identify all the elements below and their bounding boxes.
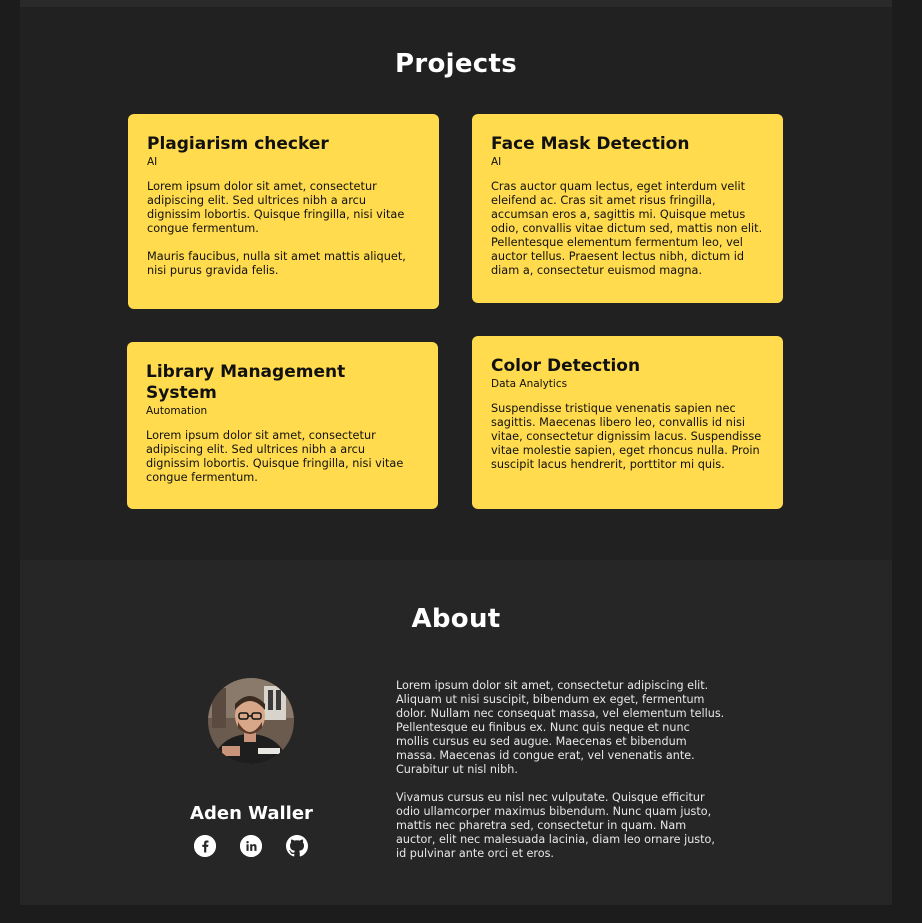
linkedin-icon xyxy=(240,835,262,857)
project-description: Suspendisse tristique venenatis sapien n… xyxy=(491,402,762,471)
project-description: Lorem ipsum dolor sit amet, consectetur … xyxy=(146,429,404,484)
avatar xyxy=(208,678,294,764)
project-card-plagiarism-checker[interactable]: Plagiarism checker AI Lorem ipsum dolor … xyxy=(128,114,439,309)
linkedin-link[interactable] xyxy=(240,835,262,857)
profile-name: Aden Waller xyxy=(190,803,313,824)
top-strip xyxy=(20,0,892,7)
project-tag: Data Analytics xyxy=(491,378,568,390)
github-link[interactable] xyxy=(286,835,308,857)
github-icon xyxy=(286,835,308,857)
about-section: About Aden Waller Lorem ipsum dolor sit … xyxy=(20,560,892,905)
project-title: Face Mask Detection xyxy=(491,134,690,154)
projects-title: Projects xyxy=(394,49,517,79)
project-description: Cras auctor quam lectus, eget interdum v… xyxy=(491,180,763,277)
project-title: Color Detection xyxy=(491,356,641,376)
project-description: Lorem ipsum dolor sit amet, consectetur … xyxy=(147,180,406,277)
page: Projects Plagiarism checker AI Lorem ips… xyxy=(0,0,922,923)
about-title: About xyxy=(411,604,501,634)
about-bio: Lorem ipsum dolor sit amet, consectetur … xyxy=(396,679,725,860)
project-card-face-mask-detection[interactable]: Face Mask Detection AI Cras auctor quam … xyxy=(472,114,783,303)
project-card-color-detection[interactable]: Color Detection Data Analytics Suspendis… xyxy=(472,336,783,509)
project-title: Library Management System xyxy=(146,362,346,403)
facebook-link[interactable] xyxy=(194,835,216,857)
main-content: Projects Plagiarism checker AI Lorem ips… xyxy=(20,0,892,905)
project-tag: Automation xyxy=(146,405,208,417)
project-tag: AI xyxy=(491,156,502,168)
project-tag: AI xyxy=(147,156,158,168)
projects-section: Projects Plagiarism checker AI Lorem ips… xyxy=(20,7,892,560)
facebook-icon xyxy=(194,835,216,857)
project-title: Plagiarism checker xyxy=(147,134,329,154)
project-card-library-management-system[interactable]: Library Management System Automation Lor… xyxy=(127,342,438,509)
